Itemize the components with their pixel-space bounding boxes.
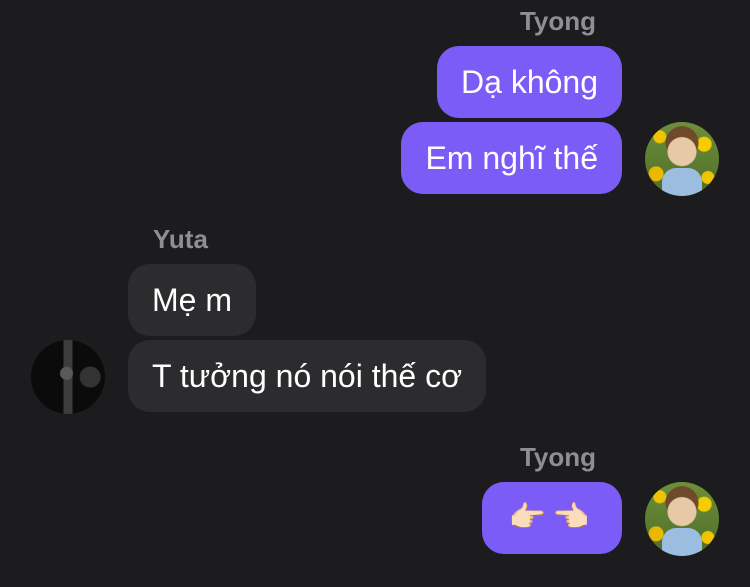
message-bubble-outgoing[interactable]: Dạ không [437,46,622,118]
avatar-yuta[interactable] [31,340,105,414]
sender-name-tyong: Tyong [519,442,596,472]
avatar-tyong[interactable] [645,122,719,196]
message-bubble-outgoing-emoji[interactable]: 👉🏻👈🏻 [482,482,622,554]
sender-name-yuta: Yuta [153,224,208,254]
avatar-tyong[interactable] [645,482,719,556]
message-bubble-incoming[interactable]: Mẹ m [128,264,256,336]
message-bubble-outgoing[interactable]: Em nghĩ thế [401,122,622,194]
message-bubble-incoming[interactable]: T tưởng nó nói thế cơ [128,340,487,412]
sender-name-tyong: Tyong [519,6,596,36]
